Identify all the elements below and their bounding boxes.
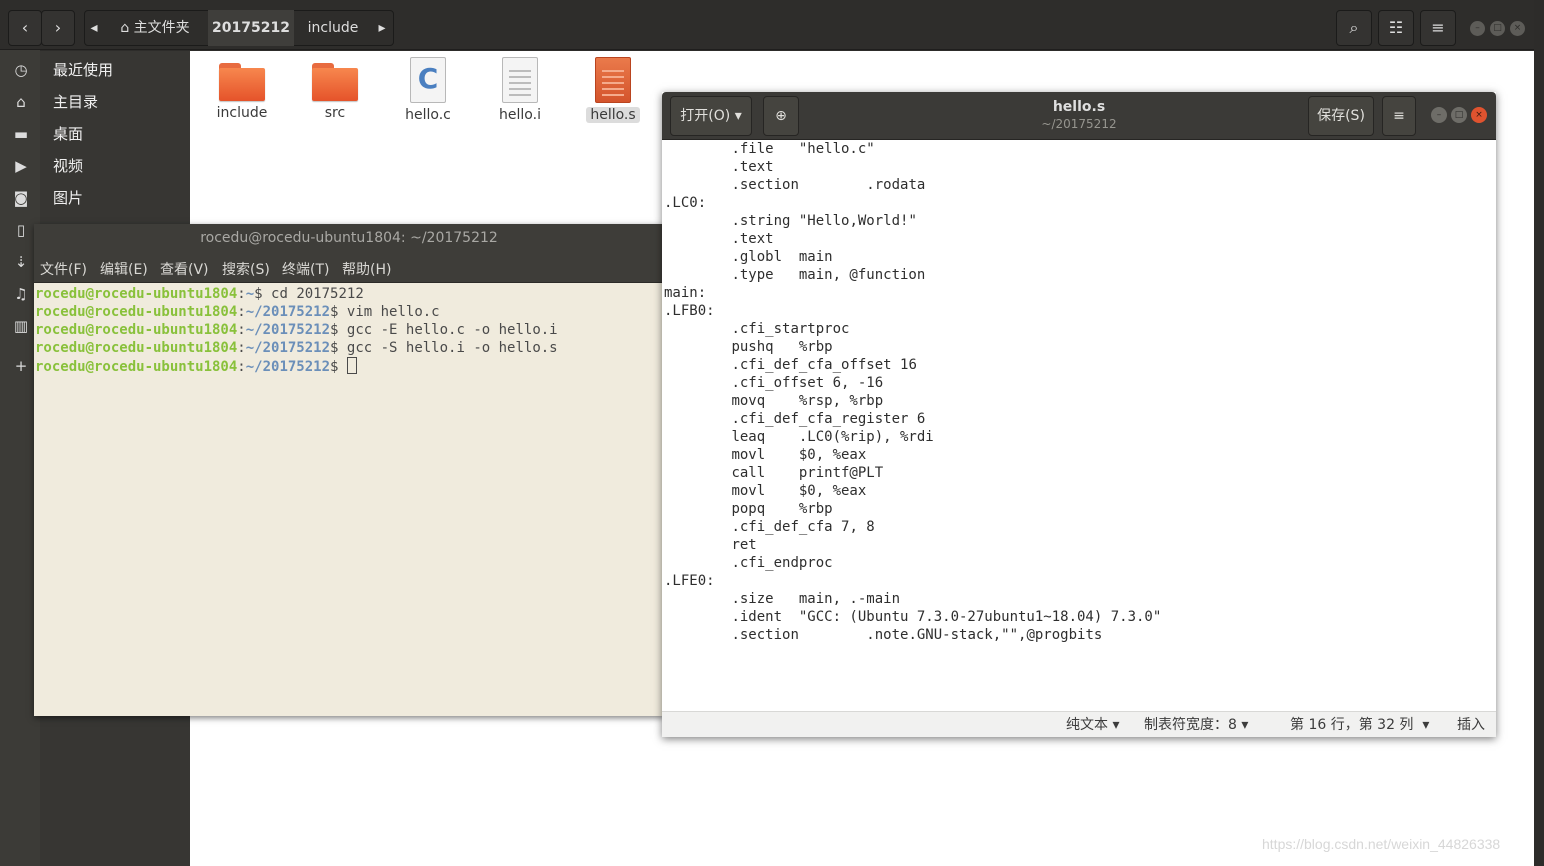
folder-icon — [219, 63, 265, 101]
menu-item-terminal[interactable]: 终端(T) — [282, 259, 329, 281]
terminal-menubar: 文件(F) 编辑(E) 查看(V) 搜索(S) 终端(T) 帮助(H) — [34, 255, 664, 283]
breadcrumb-left-button[interactable]: ◂ — [86, 10, 102, 46]
folder-icon[interactable]: ▬ — [10, 124, 32, 144]
maximize-button[interactable]: □ — [1451, 107, 1467, 123]
sidebar-item-desktop[interactable]: 桌面 — [53, 123, 83, 145]
terminal-line: rocedu@rocedu-ubuntu1804:~/20175212$ gcc… — [35, 340, 558, 356]
close-button[interactable]: × — [1510, 21, 1525, 36]
list-icon: ☷ — [1388, 18, 1404, 37]
watermark: https://blog.csdn.net/weixin_44826338 — [1262, 836, 1501, 852]
chevron-down-icon: ▾ — [1112, 717, 1120, 733]
file-label: hello.i — [499, 107, 541, 123]
minimize-button[interactable]: – — [1431, 107, 1447, 123]
text-editor-window[interactable]: 打开(O) ▾ ⊕ hello.s ~/20175212 保存(S) ≡ – □… — [662, 92, 1496, 737]
add-icon[interactable]: + — [10, 356, 32, 376]
menu-item-help[interactable]: 帮助(H) — [342, 259, 391, 281]
file-item-include[interactable]: include — [197, 63, 287, 121]
file-label: include — [216, 105, 268, 121]
file-label: hello.s — [586, 107, 640, 123]
language-selector[interactable]: 纯文本 ▾ — [1066, 715, 1119, 735]
open-button[interactable]: 打开(O) ▾ — [670, 96, 752, 136]
folder-icon — [312, 63, 358, 101]
download-icon[interactable]: ⇣ — [10, 252, 32, 272]
file-label: src — [324, 105, 346, 121]
music-icon[interactable]: ♫ — [10, 284, 32, 304]
terminal-cursor — [346, 357, 357, 374]
chevron-down-icon: ▾ — [1422, 717, 1430, 733]
c-source-file-icon: C — [410, 57, 446, 103]
assembly-file-icon — [595, 57, 631, 103]
breadcrumb-include[interactable]: include — [296, 10, 370, 46]
search-icon: ⌕ — [1349, 18, 1359, 37]
minimize-button[interactable]: – — [1470, 21, 1485, 36]
chevron-left-icon: ‹ — [21, 18, 29, 37]
editor-statusbar: 纯文本 ▾ 制表符宽度：8 ▾ 第 16 行，第 32 列 ▾ 插入 — [662, 711, 1496, 737]
camera-icon[interactable]: ◙ — [10, 188, 32, 208]
terminal-line: rocedu@rocedu-ubuntu1804:~/20175212$ gcc… — [35, 322, 558, 338]
terminal-line: rocedu@rocedu-ubuntu1804:~/20175212$ — [35, 357, 661, 376]
maximize-button[interactable]: □ — [1490, 21, 1505, 36]
sidebar-item-recent[interactable]: 最近使用 — [53, 59, 113, 81]
breadcrumb-right-button[interactable]: ▸ — [372, 10, 392, 46]
insert-mode: 插入 — [1457, 717, 1485, 733]
menu-button[interactable]: ≡ — [1382, 96, 1416, 136]
back-button[interactable]: ‹ — [8, 10, 42, 46]
tab-width-selector[interactable]: 制表符宽度：8 ▾ — [1144, 715, 1248, 735]
menu-button[interactable]: ≡ — [1420, 10, 1456, 46]
view-toggle-button[interactable]: ☷ — [1378, 10, 1414, 46]
menu-item-edit[interactable]: 编辑(E) — [100, 259, 148, 281]
home-icon[interactable]: ⌂ — [10, 92, 32, 112]
menu-item-search[interactable]: 搜索(S) — [222, 259, 270, 281]
save-button[interactable]: 保存(S) — [1308, 96, 1374, 136]
breadcrumb-20175212[interactable]: 20175212 — [208, 10, 294, 46]
file-label: hello.c — [405, 107, 451, 123]
chevron-right-icon: › — [54, 18, 62, 37]
forward-button[interactable]: › — [41, 10, 75, 46]
terminal-line: rocedu@rocedu-ubuntu1804:~/20175212$ vim… — [35, 304, 440, 320]
chevron-down-icon: ▾ — [734, 108, 742, 124]
document-path: ~/20175212 — [1041, 117, 1117, 131]
file-item-hello-i[interactable]: hello.i — [475, 57, 565, 123]
sidebar-item-videos[interactable]: 视频 — [53, 155, 83, 177]
menu-item-file[interactable]: 文件(F) — [40, 259, 87, 281]
home-icon: ⌂ — [120, 20, 130, 36]
terminal-title: rocedu@rocedu-ubuntu1804: ~/20175212 — [34, 224, 664, 255]
sidebar-item-home[interactable]: 主目录 — [53, 91, 98, 113]
terminal-output[interactable]: rocedu@rocedu-ubuntu1804:~$ cd 20175212 r… — [35, 285, 661, 376]
breadcrumb-home[interactable]: ⌂ 主文件夹 — [104, 10, 206, 46]
file-manager-header: ‹ › ◂ ⌂ 主文件夹 20175212 include ▸ ⌕ ☷ ≡ – … — [0, 0, 1534, 50]
cursor-position[interactable]: 第 16 行，第 32 列 ▾ — [1290, 715, 1429, 735]
chevron-down-icon: ▾ — [1241, 717, 1249, 733]
recent-icon[interactable]: ◷ — [10, 60, 32, 80]
hamburger-icon: ≡ — [1393, 108, 1405, 124]
terminal-window[interactable]: rocedu@rocedu-ubuntu1804: ~/20175212 文件(… — [34, 224, 664, 716]
code-editor[interactable]: .file "hello.c" .text .section .rodata .… — [664, 140, 1494, 710]
file-item-src[interactable]: src — [290, 63, 380, 121]
editor-headerbar: 打开(O) ▾ ⊕ hello.s ~/20175212 保存(S) ≡ – □… — [662, 92, 1496, 140]
new-tab-button[interactable]: ⊕ — [763, 96, 799, 136]
document-icon[interactable]: ▯ — [10, 220, 32, 240]
trash-icon[interactable]: ▥ — [10, 316, 32, 336]
close-button[interactable]: × — [1471, 107, 1487, 123]
terminal-line: rocedu@rocedu-ubuntu1804:~$ cd 20175212 — [35, 286, 364, 302]
search-button[interactable]: ⌕ — [1336, 10, 1372, 46]
sidebar-item-pictures[interactable]: 图片 — [53, 187, 83, 209]
file-item-hello-s[interactable]: hello.s — [568, 57, 658, 123]
new-document-icon: ⊕ — [775, 108, 787, 124]
hamburger-icon: ≡ — [1431, 18, 1445, 37]
document-title: hello.s — [1052, 99, 1106, 115]
file-item-hello-c[interactable]: C hello.c — [383, 57, 473, 123]
menu-item-view[interactable]: 查看(V) — [160, 259, 209, 281]
text-file-icon — [502, 57, 538, 103]
video-icon[interactable]: ▶ — [10, 156, 32, 176]
